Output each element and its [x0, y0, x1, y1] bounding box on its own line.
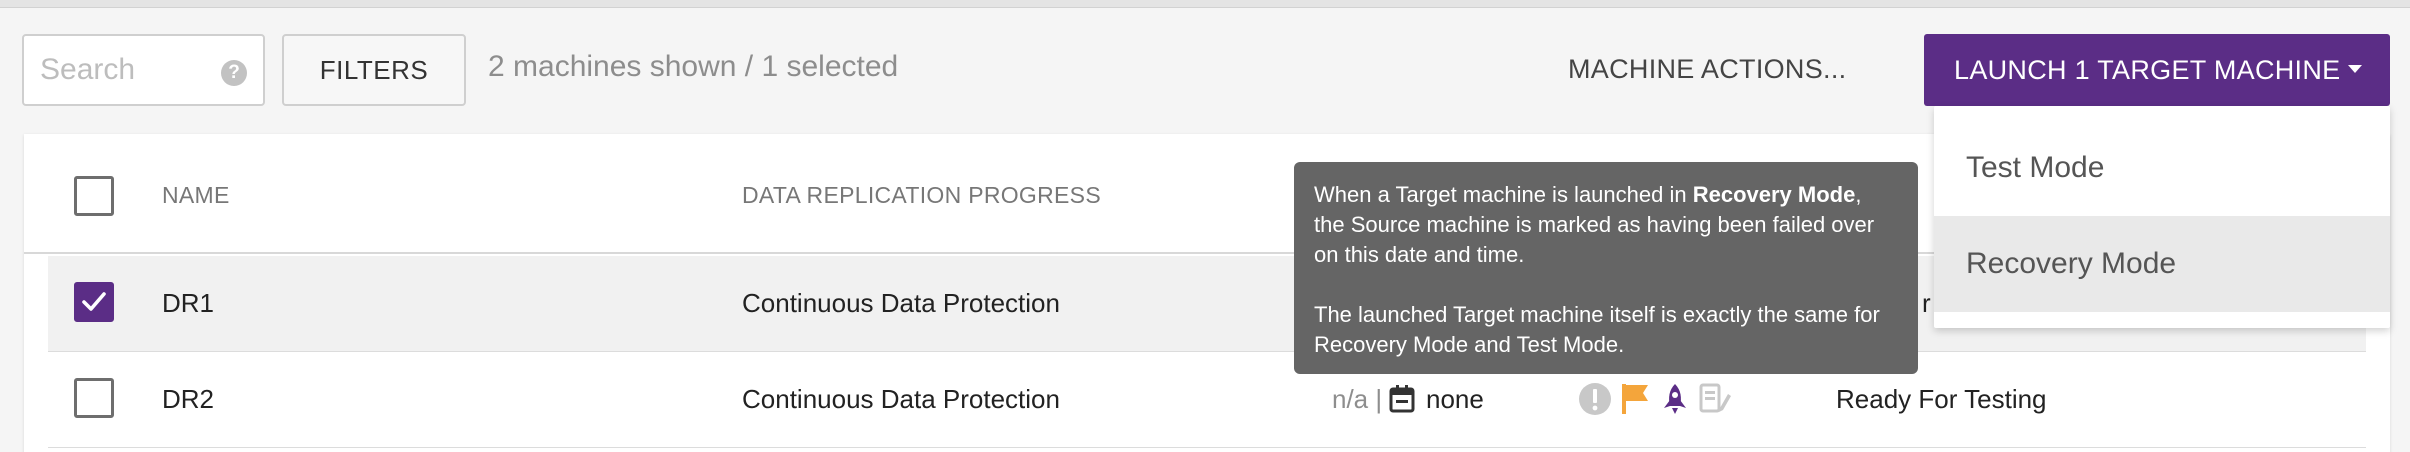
launch-button-label: LAUNCH 1 TARGET MACHINE [1954, 54, 2341, 85]
row-checkbox[interactable] [74, 378, 114, 418]
table-row[interactable]: DR2 Continuous Data Protection n/a | non… [48, 352, 2366, 448]
filters-button[interactable]: FILTERS [282, 34, 466, 106]
help-icon[interactable]: ? [221, 60, 247, 86]
tooltip-text-bold: Recovery Mode [1692, 182, 1856, 207]
calendar-icon [1389, 385, 1415, 413]
document-edit-icon[interactable] [1698, 382, 1732, 416]
menu-item-recovery-mode[interactable]: Recovery Mode [1934, 216, 2390, 312]
machine-name: DR2 [162, 384, 215, 414]
machines-count-text: 2 machines shown / 1 selected [488, 50, 899, 83]
column-header-replication-progress[interactable]: DATA REPLICATION PROGRESS [742, 182, 1101, 209]
replication-progress: Continuous Data Protection [742, 288, 1060, 318]
select-all-checkbox[interactable] [74, 176, 114, 216]
checkmark-icon [82, 292, 106, 311]
caret-down-icon [2348, 65, 2362, 73]
launch-mode-dropdown: Test Mode Recovery Mode [1934, 106, 2390, 328]
tooltip-text-a: When a Target machine is launched in [1314, 182, 1693, 207]
last-seen-value: n/a | [1332, 384, 1383, 414]
column-header-name[interactable]: NAME [162, 182, 230, 209]
menu-item-test-mode[interactable]: Test Mode [1934, 120, 2390, 216]
search-box[interactable]: ? [22, 34, 265, 106]
search-input[interactable] [40, 48, 215, 92]
replication-progress: Continuous Data Protection [742, 384, 1060, 414]
launch-target-machine-button[interactable]: LAUNCH 1 TARGET MACHINE [1924, 34, 2390, 106]
machine-actions-button[interactable]: MACHINE ACTIONS... [1568, 54, 1846, 85]
tooltip-paragraph-2: The launched Target machine itself is ex… [1314, 302, 1880, 357]
status-text: r [1922, 288, 1931, 318]
tooltip-paragraph-1: When a Target machine is launched in Rec… [1314, 180, 1898, 270]
rocket-icon[interactable] [1660, 382, 1690, 416]
launched-date-value: none [1426, 384, 1484, 414]
exclamation-circle-icon[interactable] [1578, 382, 1612, 416]
status-text: Ready For Testing [1836, 384, 2047, 414]
recovery-mode-tooltip: When a Target machine is launched in Rec… [1294, 162, 1918, 374]
row-checkbox[interactable] [74, 282, 114, 322]
top-divider [0, 0, 2410, 8]
machine-name: DR1 [162, 288, 215, 318]
flag-icon[interactable] [1620, 382, 1650, 416]
